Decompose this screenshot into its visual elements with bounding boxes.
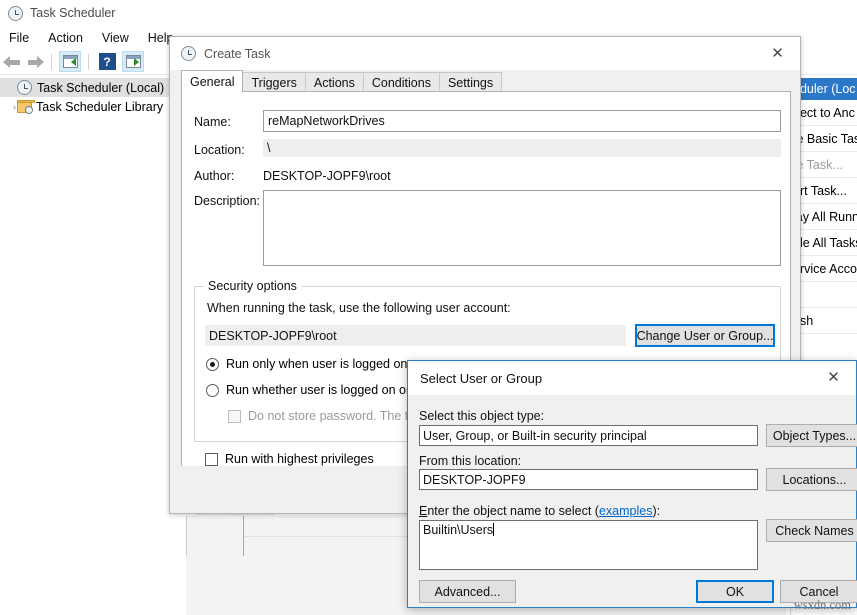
menu-view[interactable]: View (93, 29, 138, 47)
name-input[interactable]: reMapNetworkDrives (263, 110, 781, 132)
tab-settings[interactable]: Settings (439, 72, 502, 92)
checkbox-label: Run with highest privileges (225, 452, 374, 466)
checkbox-indicator (228, 410, 241, 423)
from-this-location-input[interactable]: DESKTOP-JOPF9 (419, 469, 758, 490)
menu-file[interactable]: File (0, 29, 38, 47)
screen: Task Scheduler File Action View Help ? (0, 0, 857, 615)
author-value: DESKTOP-JOPF9\root (263, 169, 391, 183)
author-label: Author: (194, 169, 234, 183)
radio-indicator (206, 358, 219, 371)
close-icon[interactable]: ✕ (755, 37, 800, 68)
description-label: Description: (194, 194, 260, 208)
description-textarea[interactable] (263, 190, 781, 266)
select-user-title: Select User or Group (420, 371, 542, 386)
location-label: Location: (194, 143, 245, 157)
object-name-label-text: nter the object name to select ( (427, 504, 599, 518)
radio-run-only-when-logged-on[interactable]: Run only when user is logged on (206, 357, 407, 371)
show-console-tree-icon[interactable] (59, 51, 81, 72)
check-names-button[interactable]: Check Names (766, 519, 857, 542)
name-label: Name: (194, 115, 231, 129)
window-title: Task Scheduler (30, 6, 115, 20)
tree-item-task-scheduler-library[interactable]: › Task Scheduler Library (0, 97, 178, 116)
clock-icon (8, 6, 23, 21)
examples-link[interactable]: examples (599, 504, 653, 518)
tab-triggers[interactable]: Triggers (242, 72, 305, 92)
tree-item-label: Task Scheduler Library (36, 100, 163, 114)
object-name-textarea[interactable]: Builtin\Users (419, 520, 758, 570)
tab-conditions[interactable]: Conditions (363, 72, 440, 92)
tree-item-task-scheduler-local[interactable]: Task Scheduler (Local) (0, 78, 178, 97)
radio-label: Run whether user is logged on or no (226, 383, 428, 397)
details-divider (186, 516, 187, 556)
radio-run-whether-logged-on-or-not[interactable]: Run whether user is logged on or no (206, 383, 428, 397)
from-this-location-label: From this location: (419, 454, 521, 468)
menu-action[interactable]: Action (39, 29, 92, 47)
radio-label: Run only when user is logged on (226, 357, 407, 371)
clock-icon (17, 80, 32, 95)
watermark: wsxdn.com (794, 598, 851, 613)
back-arrow-icon[interactable] (2, 52, 24, 72)
window-titlebar: Task Scheduler (0, 0, 857, 26)
object-type-label: Select this object type: (419, 409, 544, 423)
advanced-button[interactable]: Advanced... (419, 580, 516, 603)
toolbar-separator-2 (88, 54, 89, 70)
help-icon[interactable]: ? (96, 51, 118, 72)
toolbar-separator-1 (51, 54, 52, 70)
object-name-label-suffix: ): (652, 504, 660, 518)
checkbox-indicator (205, 453, 218, 466)
locations-button[interactable]: Locations... (766, 468, 857, 491)
object-types-button[interactable]: Object Types... (766, 424, 857, 447)
account-prompt-label: When running the task, use the following… (207, 301, 511, 315)
text-caret (493, 523, 494, 536)
console-tree: Task Scheduler (Local) › Task Scheduler … (0, 78, 178, 615)
chevron-right-icon[interactable]: › (4, 102, 17, 112)
create-task-title: Create Task (204, 47, 270, 61)
ok-button[interactable]: OK (696, 580, 774, 603)
checkbox-do-not-store-password[interactable]: Do not store password. The task (228, 409, 428, 423)
select-user-titlebar: Select User or Group ✕ (408, 361, 856, 395)
create-task-titlebar: Create Task ✕ (170, 37, 800, 70)
object-type-input[interactable]: User, Group, or Built-in security princi… (419, 425, 758, 446)
tab-general[interactable]: General (181, 70, 243, 92)
account-value: DESKTOP-JOPF9\root (205, 325, 626, 346)
checkbox-run-with-highest-privileges[interactable]: Run with highest privileges (205, 452, 374, 466)
show-action-pane-icon[interactable] (122, 51, 144, 72)
clock-icon (181, 46, 196, 61)
tab-actions[interactable]: Actions (305, 72, 364, 92)
change-user-or-group-button[interactable]: Change User or Group... (635, 324, 775, 347)
object-name-label: Enter the object name to select (example… (419, 504, 660, 518)
radio-indicator (206, 384, 219, 397)
select-user-or-group-dialog: Select User or Group ✕ Select this objec… (407, 360, 857, 608)
task-folder-icon (17, 100, 32, 113)
forward-arrow-icon[interactable] (24, 52, 46, 72)
tree-item-label: Task Scheduler (Local) (37, 81, 164, 95)
object-name-value: Builtin\Users (423, 523, 493, 537)
security-options-title: Security options (204, 279, 301, 293)
checkbox-label: Do not store password. The task (248, 409, 428, 423)
close-icon[interactable]: ✕ (811, 361, 856, 392)
create-task-tabstrip: General Triggers Actions Conditions Sett… (181, 70, 501, 92)
location-value: \ (263, 139, 781, 157)
